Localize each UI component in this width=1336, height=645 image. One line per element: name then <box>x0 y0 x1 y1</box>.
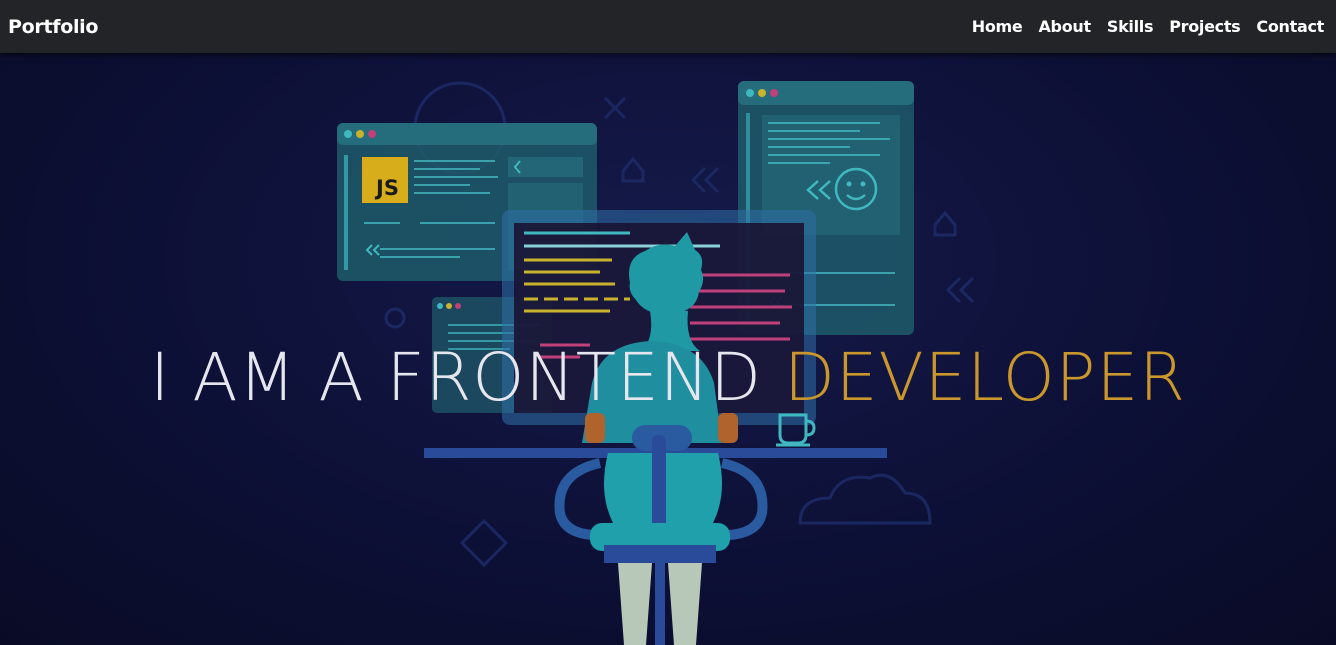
decor-chevrons-icon <box>945 276 975 304</box>
decor-cross-icon <box>603 96 627 120</box>
decor-house-icon <box>933 210 957 237</box>
nav-link-contact[interactable]: Contact <box>1256 17 1324 36</box>
nav-link-about[interactable]: About <box>1038 17 1091 36</box>
brand-logo[interactable]: Portfolio <box>8 16 98 38</box>
decor-cloud-icon <box>798 473 932 525</box>
navbar: Portfolio Home About Skills Projects Con… <box>0 0 1336 53</box>
nav-links: Home About Skills Projects Contact <box>972 17 1325 36</box>
decor-chevrons-icon <box>690 166 720 194</box>
decor-dot <box>384 307 406 329</box>
hero-title: I AM A FRONTEND DEVELOPER <box>0 339 1336 416</box>
js-badge-label: JS <box>374 176 399 200</box>
nav-link-skills[interactable]: Skills <box>1107 17 1154 36</box>
hero-section: JS I AM A FRONTEND DEVELOPER <box>0 53 1336 645</box>
hero-title-accent: DEVELOPER <box>783 339 1187 416</box>
hero-title-main: I AM A FRONTEND <box>149 339 762 416</box>
decor-house-icon <box>621 156 645 183</box>
decor-diamond <box>459 518 509 568</box>
nav-link-home[interactable]: Home <box>972 17 1023 36</box>
nav-link-projects[interactable]: Projects <box>1169 17 1241 36</box>
